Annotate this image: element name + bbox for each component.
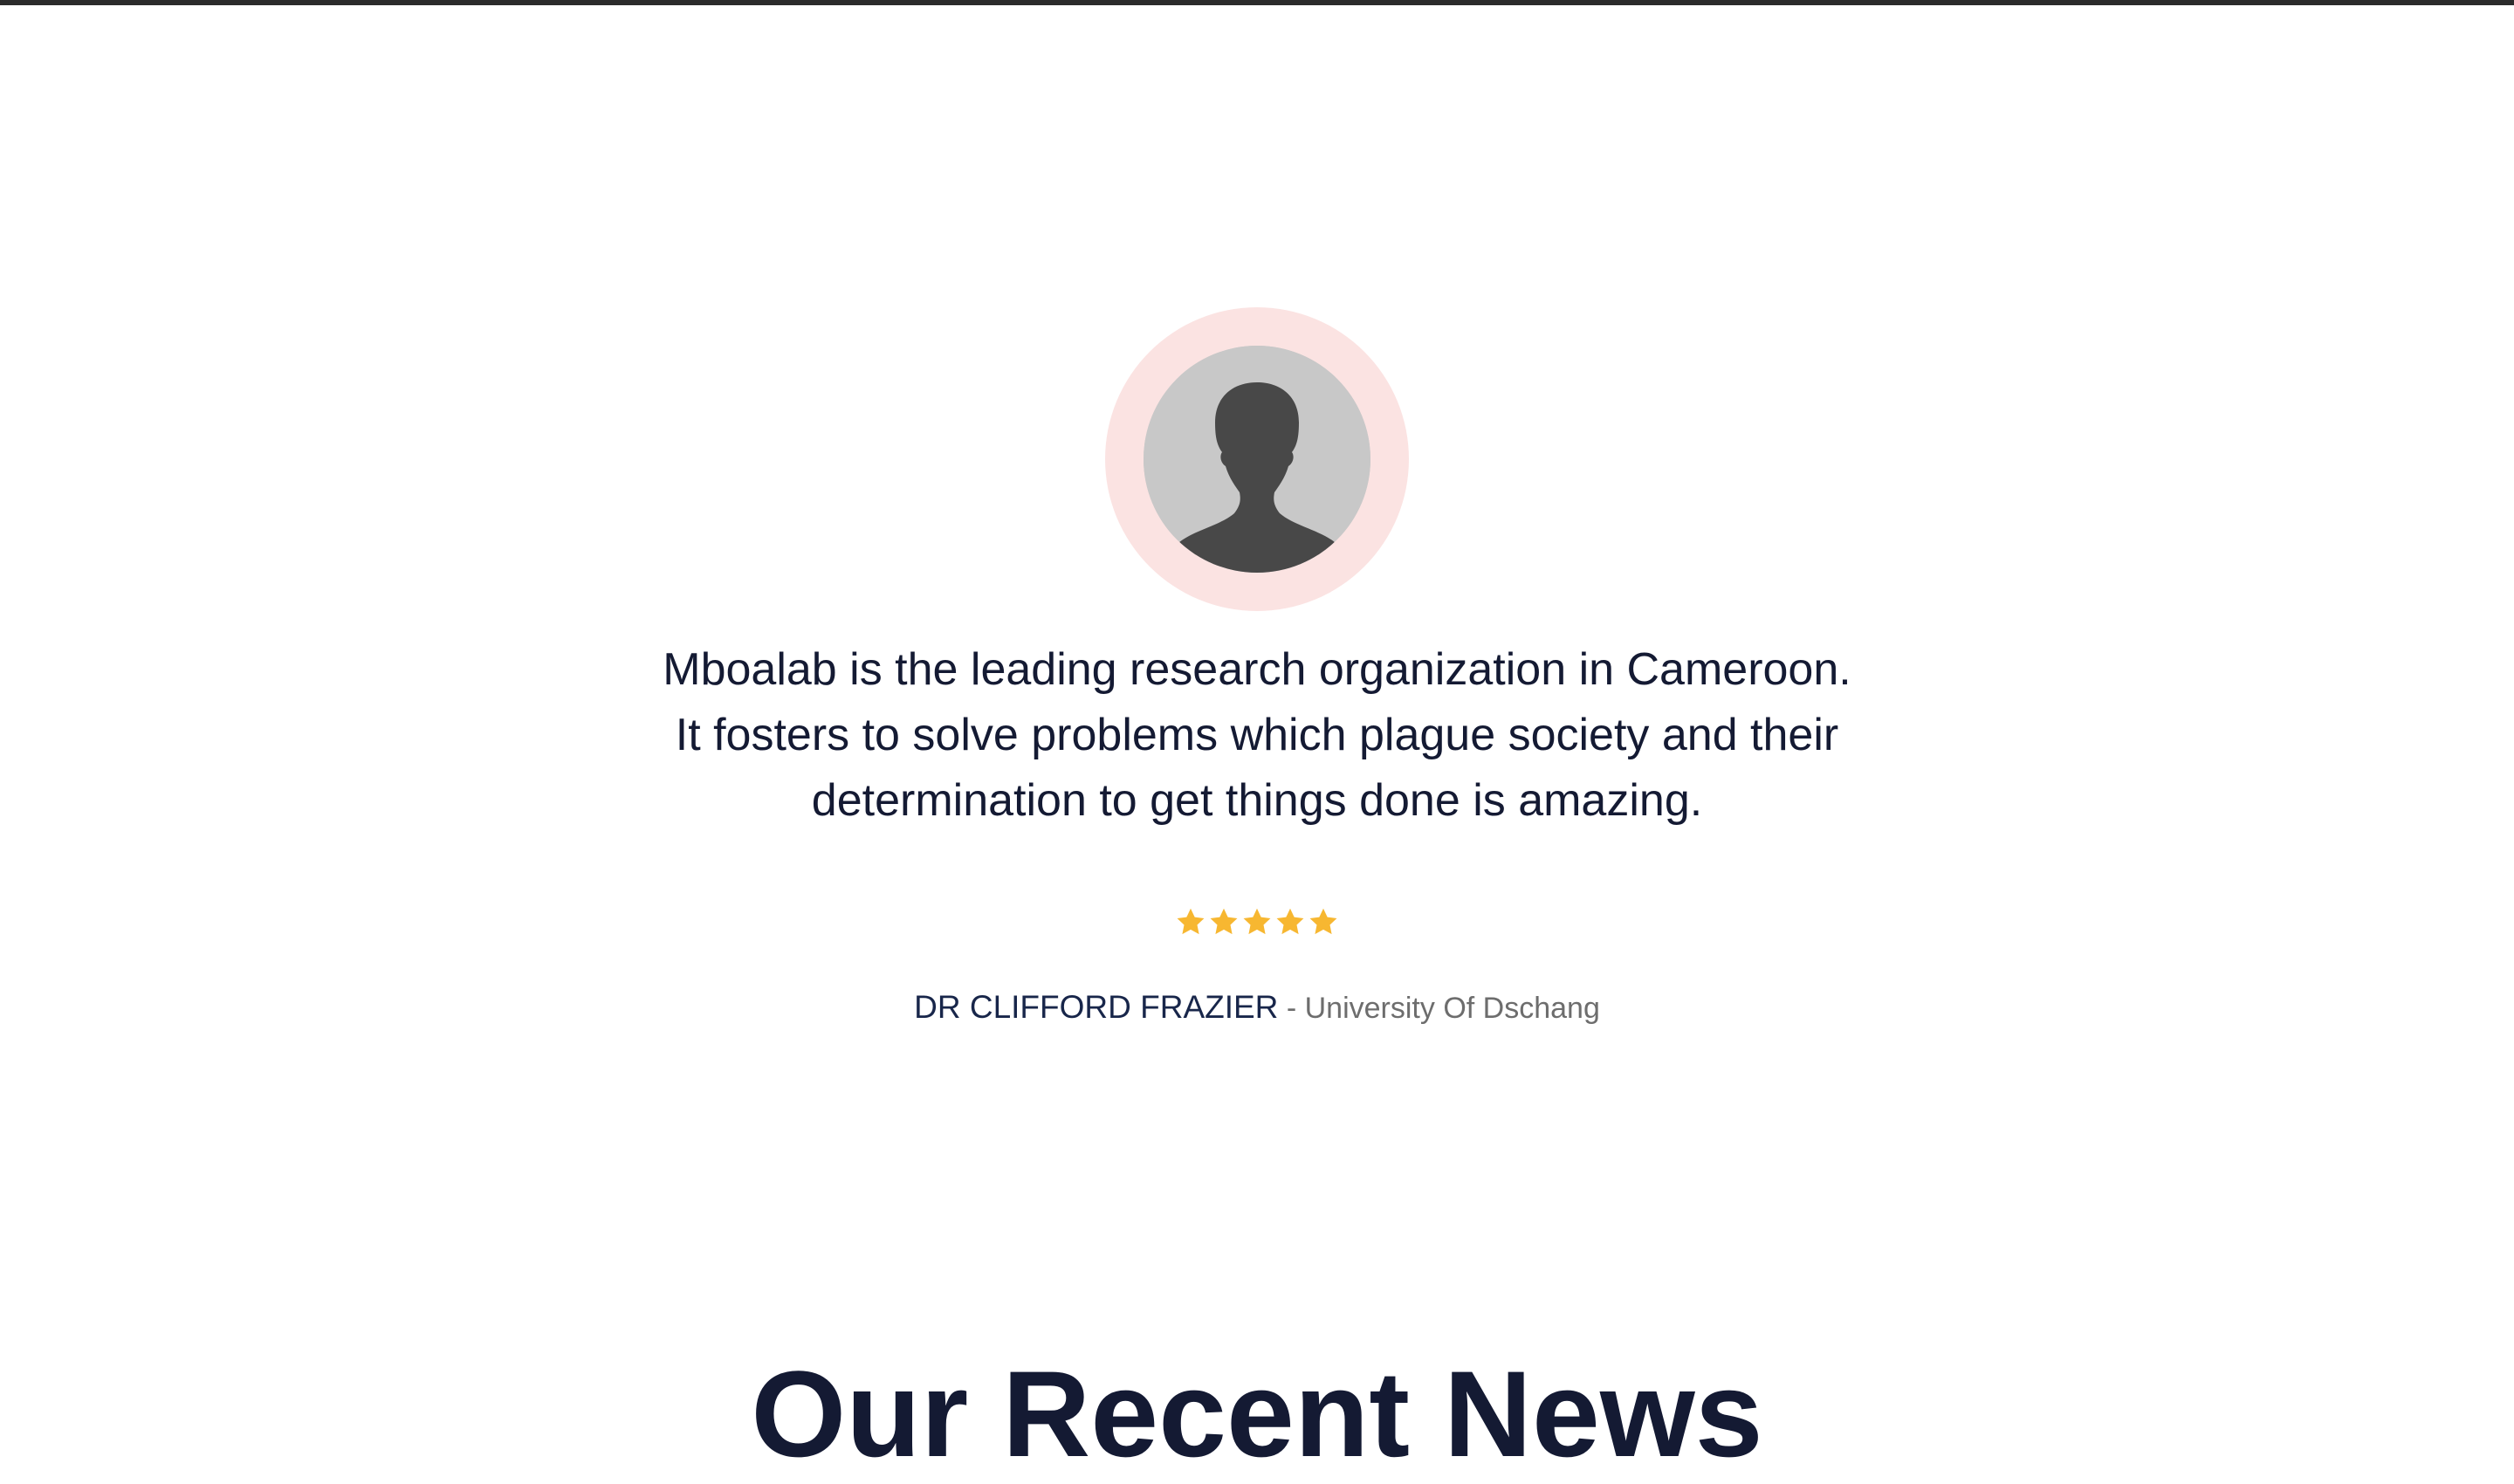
star-icon [1210, 908, 1238, 935]
author-name: DR CLIFFORD FRAZIER [914, 989, 1279, 1025]
star-icon [1243, 908, 1271, 935]
testimonial-attribution: DR CLIFFORD FRAZIER - University Of Dsch… [0, 986, 2514, 1029]
star-icon [1276, 908, 1304, 935]
top-border [0, 0, 2514, 5]
avatar [1144, 346, 1370, 573]
author-organization: University Of Dschang [1304, 992, 1600, 1025]
user-silhouette-icon [1144, 346, 1370, 573]
avatar-ring [1105, 307, 1409, 611]
testimonial-quote: Mboalab is the leading research organiza… [663, 644, 1851, 826]
star-icon [1309, 908, 1337, 935]
star-rating [1175, 906, 1339, 941]
attribution-separator: - [1278, 992, 1305, 1025]
star-icon [1177, 908, 1205, 935]
recent-news-heading: Our Recent News [751, 1345, 1763, 1482]
